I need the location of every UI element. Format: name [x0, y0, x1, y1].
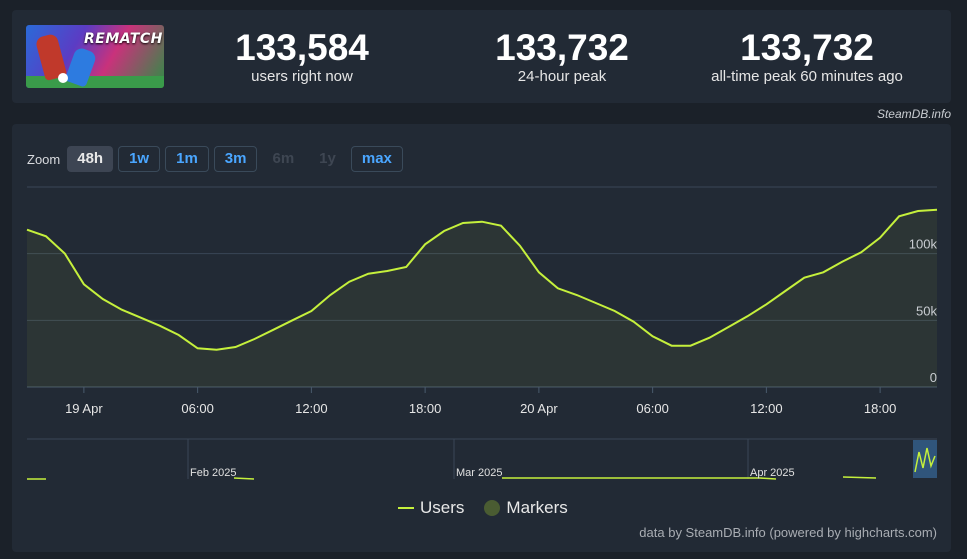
y-tick-label: 100k [909, 237, 938, 252]
x-tick-label: 19 Apr [65, 401, 103, 416]
legend-item-users[interactable]: Users [398, 498, 464, 518]
navigator: Feb 2025 Mar 2025 Apr 2025 [27, 438, 937, 480]
navigator-label: Feb 2025 [190, 467, 236, 479]
legend-label: Markers [506, 498, 568, 517]
chart-credit-link[interactable]: data by SteamDB.info (powered by highcha… [639, 525, 937, 540]
navigator-series-line [27, 476, 877, 480]
navigator-label: Apr 2025 [750, 467, 795, 479]
y-tick-label: 0 [930, 370, 937, 385]
x-tick-label: 12:00 [295, 401, 328, 416]
x-tick-label: 06:00 [636, 401, 669, 416]
legend-line-swatch [398, 507, 414, 509]
navigator-label: Mar 2025 [456, 467, 502, 479]
y-tick-label: 50k [916, 303, 937, 318]
chart-legend: Users Markers [398, 498, 568, 518]
legend-item-markers[interactable]: Markers [484, 498, 568, 518]
x-tick-label: 20 Apr [520, 401, 558, 416]
x-tick-label: 12:00 [750, 401, 783, 416]
legend-label: Users [420, 498, 465, 517]
x-axis-ticks: 19 Apr 06:00 12:00 18:00 20 Apr 06:00 12:00 18:… [65, 387, 896, 416]
x-tick-label: 18:00 [864, 401, 897, 416]
x-tick-label: 06:00 [181, 401, 214, 416]
legend-dot-swatch [484, 500, 501, 516]
users-area-fill [27, 209, 937, 387]
x-tick-label: 18:00 [409, 401, 442, 416]
player-count-chart[interactable]: 19 Apr 06:00 12:00 18:00 20 Apr 06:00 12:00 18:… [0, 0, 967, 559]
